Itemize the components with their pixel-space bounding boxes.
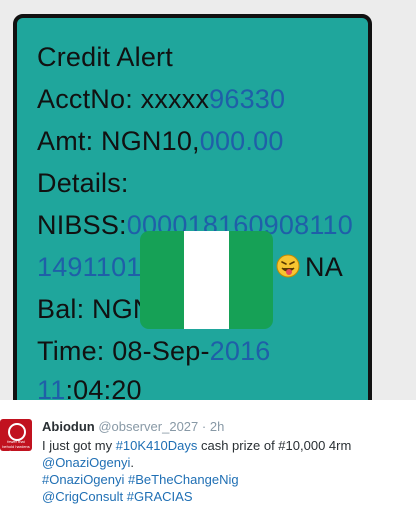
acct-link[interactable]: 96330 xyxy=(209,84,285,114)
tweet-header: Abiodun @observer_2027 · 2h xyxy=(42,419,224,434)
sms-na-text: NA xyxy=(305,252,343,282)
sms-acct-line: AcctNo: xxxxx96330 xyxy=(37,84,285,115)
hashtag-link[interactable]: #GRACIAS xyxy=(127,489,193,504)
tweet-text-part: . xyxy=(130,455,134,470)
tweet-text: I just got my #10K410Days cash prize of … xyxy=(42,437,412,505)
time-link-1[interactable]: 2016 xyxy=(210,336,271,366)
tweet-line-4: @CrigConsult #GRACIAS xyxy=(42,488,412,505)
screenshot-photo: Credit Alert AcctNo: xxxxx96330 Amt: NGN… xyxy=(0,0,416,400)
tweet: fewer that behold hardens the ego Abiodu… xyxy=(0,400,416,514)
tweet-line-3: #OnaziOgenyi #BeTheChangeNig xyxy=(42,471,412,488)
tweet-author-name[interactable]: Abiodun xyxy=(42,419,95,434)
sms-title: Credit Alert xyxy=(37,42,173,72)
sms-time-line: Time: 08-Sep-2016 xyxy=(37,336,271,367)
tongue-out-emoji-icon xyxy=(276,254,300,278)
nibss-link-2[interactable]: 1491101 xyxy=(37,252,142,282)
sms-details-label: Details: xyxy=(37,168,129,198)
tweet-line-2: @OnaziOgenyi. xyxy=(42,454,412,471)
sms-bal-line: Bal: NGN xyxy=(37,294,153,324)
amt-label: Amt: NGN10, xyxy=(37,126,200,156)
sms-card: Credit Alert AcctNo: xxxxx96330 Amt: NGN… xyxy=(13,14,372,400)
time-link-2[interactable]: 11 xyxy=(37,375,65,400)
amt-link[interactable]: 000.00 xyxy=(200,126,284,156)
time-rest: :04:20 xyxy=(65,375,142,400)
avatar[interactable]: fewer that behold hardens the ego xyxy=(0,419,32,451)
nigeria-flag-icon xyxy=(140,231,273,329)
mention-link[interactable]: @CrigConsult xyxy=(42,489,123,504)
tweet-separator: · xyxy=(201,419,207,434)
sms-amt-line: Amt: NGN10,000.00 xyxy=(37,126,284,157)
mention-link[interactable]: @OnaziOgenyi xyxy=(42,455,130,470)
hashtag-link[interactable]: #OnaziOgenyi xyxy=(42,472,124,487)
tweet-author-handle[interactable]: @observer_2027 xyxy=(98,419,198,434)
acct-label: AcctNo: xyxy=(37,84,141,114)
acct-masked: xxxxx xyxy=(140,84,210,114)
nibss-label: NIBSS: xyxy=(37,210,127,240)
tweet-timestamp[interactable]: 2h xyxy=(210,419,224,434)
hashtag-link[interactable]: #BeTheChangeNig xyxy=(128,472,239,487)
tweet-text-part: I just got my xyxy=(42,438,116,453)
sms-time-cont-line: 11:04:20 xyxy=(37,375,142,400)
sms-nibss-cont-line: 1491101 xyxy=(37,252,142,283)
time-label: Time: 08-Sep- xyxy=(37,336,210,366)
tweet-line-1: I just got my #10K410Days cash prize of … xyxy=(42,437,412,454)
avatar-text: fewer that behold hardens the ego xyxy=(2,439,30,451)
tweet-text-part: cash prize of #10,000 4rm xyxy=(197,438,352,453)
hashtag-link[interactable]: #10K410Days xyxy=(116,438,198,453)
